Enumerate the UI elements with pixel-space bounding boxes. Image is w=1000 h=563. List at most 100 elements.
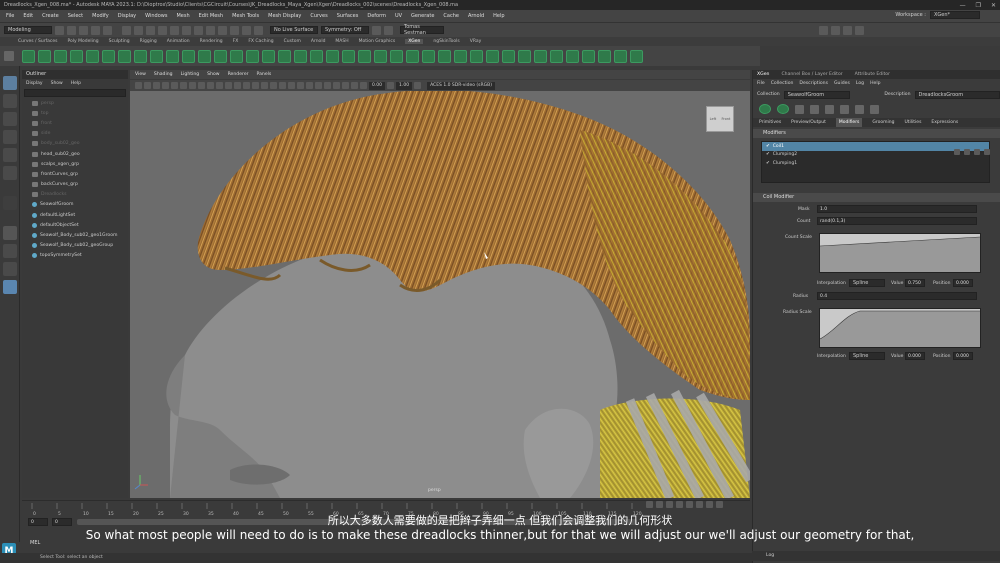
safe-action-icon[interactable]: [216, 82, 223, 89]
outliner-menu-show[interactable]: Show: [51, 79, 63, 88]
curve-to-guide-icon[interactable]: [198, 49, 211, 63]
outliner-item[interactable]: head_sub02_geo: [22, 149, 128, 159]
checkbox-icon[interactable]: ✔: [766, 144, 770, 149]
smooth-shade-icon[interactable]: [243, 82, 250, 89]
wind-icon[interactable]: [582, 49, 595, 63]
guide-to-curve-icon[interactable]: [182, 49, 195, 63]
create-interactive-groom-icon[interactable]: [54, 49, 67, 63]
menu-file[interactable]: File: [6, 13, 14, 19]
delete-modifier-icon[interactable]: [984, 149, 990, 155]
density-map-icon[interactable]: [614, 49, 627, 63]
menu-surfaces[interactable]: Surfaces: [337, 13, 359, 19]
outliner-item[interactable]: Dreadlocks: [22, 190, 128, 200]
preview-update-icon[interactable]: [825, 104, 834, 114]
sculpt-guide-icon[interactable]: [150, 49, 163, 63]
ambient-occlusion-icon[interactable]: [288, 82, 295, 89]
redo-icon[interactable]: [103, 25, 112, 35]
checkbox-icon[interactable]: ✔: [766, 152, 770, 157]
live-surface-dropdown[interactable]: No Live Surface: [270, 26, 318, 34]
width-brush-icon[interactable]: [326, 49, 339, 63]
field-chart-icon[interactable]: [207, 82, 214, 89]
outliner-item[interactable]: side: [22, 129, 128, 139]
bookmark-icon[interactable]: [153, 82, 160, 89]
go-to-start-icon[interactable]: [646, 501, 653, 508]
open-scene-icon[interactable]: [67, 25, 76, 35]
mask-input[interactable]: 1.0: [817, 205, 977, 213]
outliner-item[interactable]: Seawolf_Body_sub02_geoGroup: [22, 241, 128, 251]
shelf-tab-poly-modeling[interactable]: Poly Modeling: [68, 39, 99, 44]
xgen-menu-collection[interactable]: Collection: [771, 79, 794, 89]
move-down-icon[interactable]: [974, 149, 980, 155]
xgen-menu-file[interactable]: File: [757, 79, 765, 89]
part-brush-icon[interactable]: [358, 49, 371, 63]
interpolation-dropdown-1[interactable]: Spline: [849, 279, 885, 287]
shelf-tab-mash[interactable]: MASH: [335, 39, 348, 44]
symmetry-dropdown[interactable]: Symmetry: Off: [321, 26, 369, 34]
outliner-item[interactable]: Seawolf_Body_sub02_geo1Groom: [22, 230, 128, 240]
shelf-tab-fx-caching[interactable]: FX Caching: [248, 39, 273, 44]
preview-icon[interactable]: [470, 49, 483, 63]
region-map-icon[interactable]: [630, 49, 643, 63]
panel-layout-icon[interactable]: [819, 25, 828, 35]
paint-select-tool-icon[interactable]: [3, 112, 17, 126]
lasso-tool-icon[interactable]: [3, 94, 17, 108]
backface-culling-icon[interactable]: [351, 82, 358, 89]
go-to-end-icon[interactable]: [716, 501, 723, 508]
outliner-menu-display[interactable]: Display: [26, 79, 43, 88]
outliner-item[interactable]: defaultLightSet: [22, 210, 128, 220]
outliner-search-input[interactable]: [24, 89, 126, 97]
image-plane-icon[interactable]: [162, 82, 169, 89]
workspace-dropdown[interactable]: XGen*: [930, 11, 980, 19]
cut-icon[interactable]: [534, 49, 547, 63]
outliner-item[interactable]: top: [22, 108, 128, 118]
clumping-icon[interactable]: [518, 49, 531, 63]
select-guide-icon[interactable]: [118, 49, 131, 63]
menu-curves[interactable]: Curves: [310, 13, 327, 19]
outliner-item[interactable]: topoSymmetrySet: [22, 251, 128, 261]
viewport-menu-lighting[interactable]: Lighting: [181, 72, 200, 77]
clump-brush-icon[interactable]: [262, 49, 275, 63]
isolate-select-icon[interactable]: [324, 82, 331, 89]
select-camera-icon[interactable]: [135, 82, 142, 89]
move-tool-icon[interactable]: [3, 130, 17, 144]
collection-dropdown[interactable]: SeawolfGroom: [783, 90, 851, 99]
tab-channel-box[interactable]: Channel Box / Layer Editor: [781, 70, 842, 79]
viewport-menu-shading[interactable]: Shading: [154, 72, 173, 77]
density-brush-icon[interactable]: [342, 49, 355, 63]
add-guide-icon[interactable]: [86, 49, 99, 63]
safe-title-icon[interactable]: [225, 82, 232, 89]
camera-attributes-icon[interactable]: [144, 82, 151, 89]
viewcube-front-face[interactable]: Front: [721, 117, 730, 121]
viewport-menu-view[interactable]: View: [135, 72, 146, 77]
gamma-input[interactable]: 1.00: [396, 81, 413, 90]
snap-view-icon[interactable]: [194, 25, 203, 35]
lights-icon[interactable]: [270, 82, 277, 89]
menu-cache[interactable]: Cache: [443, 13, 459, 19]
outliner-item[interactable]: persp: [22, 98, 128, 108]
count-input[interactable]: rand(0.1,3): [817, 217, 977, 225]
toggle-channel-box-icon[interactable]: [831, 25, 840, 35]
snap-point-icon[interactable]: [182, 25, 191, 35]
motion-blur-icon[interactable]: [297, 82, 304, 89]
log-bar[interactable]: Log: [752, 551, 1000, 561]
undo-icon[interactable]: [91, 25, 100, 35]
resolution-gate-icon[interactable]: [189, 82, 196, 89]
outliner-item[interactable]: scalps_xgen_grp: [22, 159, 128, 169]
menu-mesh-tools[interactable]: Mesh Tools: [232, 13, 259, 19]
shadows-icon[interactable]: [279, 82, 286, 89]
film-gate-icon[interactable]: [180, 82, 187, 89]
menu-generate[interactable]: Generate: [411, 13, 434, 19]
modifiers-section-header[interactable]: Modifiers: [753, 129, 1000, 138]
textured-icon[interactable]: [261, 82, 268, 89]
edit-guide-icon[interactable]: [102, 49, 115, 63]
select-hierarchy-icon[interactable]: [122, 25, 131, 35]
snap-surface-icon[interactable]: [206, 25, 215, 35]
grab-brush-icon[interactable]: [390, 49, 403, 63]
subtab-utilities[interactable]: Utilities: [904, 118, 921, 127]
outliner-item[interactable]: backCurves_grp: [22, 180, 128, 190]
outliner-item[interactable]: body_sub02_geo: [22, 139, 128, 149]
shelf-tab-sculpting[interactable]: Sculpting: [109, 39, 130, 44]
exposure-icon[interactable]: [360, 82, 367, 89]
checkbox-icon[interactable]: ✔: [766, 161, 770, 166]
menu-mesh[interactable]: Mesh: [176, 13, 189, 19]
